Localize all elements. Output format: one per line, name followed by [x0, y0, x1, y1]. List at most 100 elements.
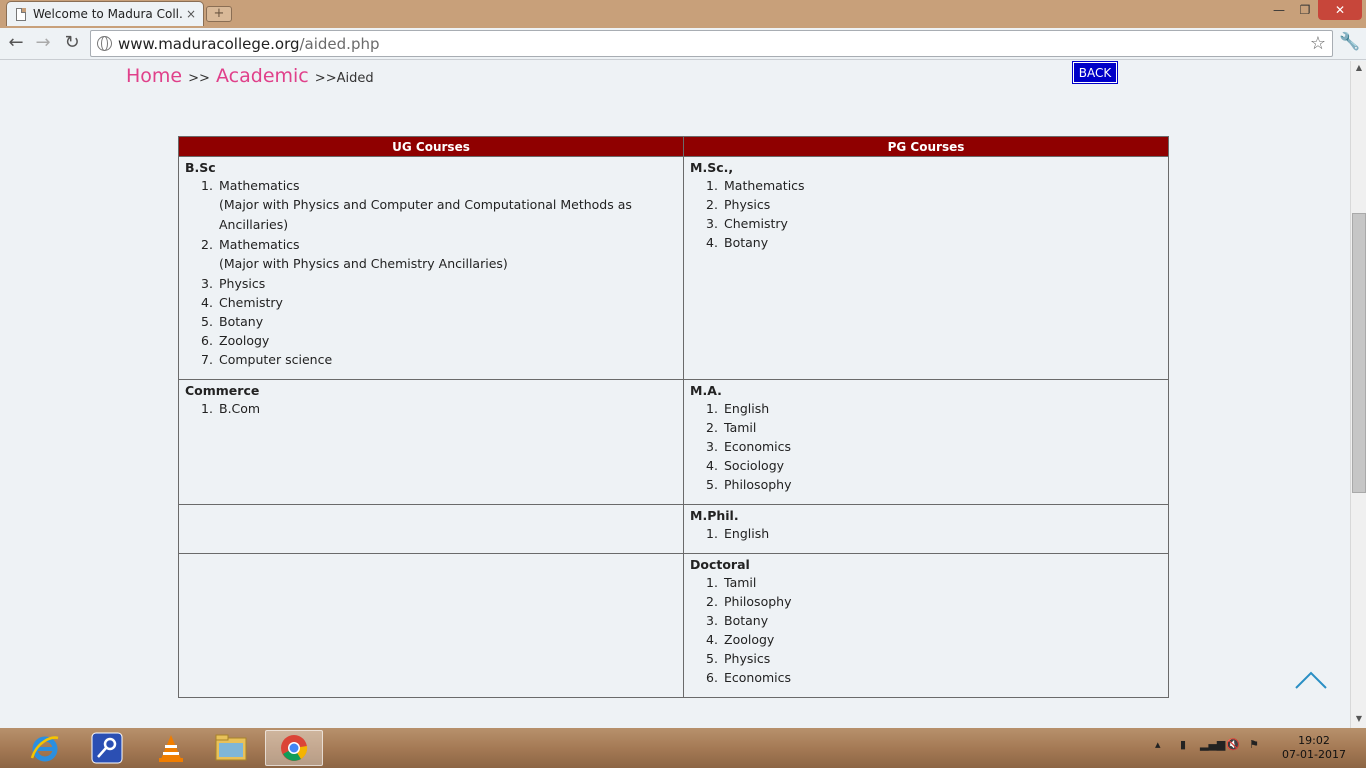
window-minimize-button[interactable]: —	[1266, 0, 1292, 20]
vertical-scrollbar[interactable]: ▲ ▼	[1350, 61, 1366, 728]
list-item: 2. Mathematics (Major with Physics and Che…	[201, 235, 677, 274]
list-item: 3. Chemistry	[706, 214, 1162, 233]
address-bar[interactable]: www.maduracollege.org/aided.php ☆	[90, 30, 1333, 57]
list-number: 1.	[706, 178, 718, 193]
volume-muted-icon[interactable]: 🔇	[1226, 738, 1240, 751]
list-number: 4.	[706, 458, 718, 473]
list-number: 1.	[201, 178, 213, 193]
course-list: 1. B.Com	[185, 399, 677, 418]
list-number: 3.	[201, 276, 213, 291]
breadcrumb-academic-link[interactable]: Academic	[216, 65, 309, 87]
browser-titlebar: Welcome to Madura Coll... × + — ❐ ✕	[0, 0, 1366, 28]
tab-close-icon[interactable]: ×	[183, 7, 199, 21]
list-item: 3. Physics	[201, 274, 677, 293]
scroll-down-arrow-icon[interactable]: ▼	[1351, 714, 1366, 726]
globe-icon	[97, 36, 112, 51]
list-item: 4. Chemistry	[201, 293, 677, 312]
course-name: Sociology	[724, 458, 785, 473]
course-name: Botany	[724, 235, 769, 250]
list-number: 2.	[706, 420, 718, 435]
course-name: Zoology	[724, 632, 775, 647]
table-header-row: UG Courses PG Courses	[178, 136, 1169, 157]
list-number: 3.	[706, 613, 718, 628]
list-item: 1. English	[706, 524, 1162, 543]
tab-title: Welcome to Madura Coll...	[33, 7, 183, 21]
list-item: 5. Botany	[201, 312, 677, 331]
course-name: Zoology	[219, 333, 270, 348]
list-item: 4. Botany	[706, 233, 1162, 252]
course-note: (Major with Physics and Computer and Com…	[219, 197, 632, 232]
scroll-up-arrow-icon[interactable]: ▲	[1351, 63, 1366, 75]
action-center-flag-icon[interactable]: ⚑	[1249, 738, 1259, 751]
table-row: Doctoral 1. Tamil 2. Philosophy 3. Botany 4…	[178, 553, 1169, 698]
course-name: Physics	[724, 197, 771, 212]
list-number: 3.	[706, 439, 718, 454]
new-tab-button[interactable]: +	[206, 6, 232, 22]
scroll-to-top-icon[interactable]	[1294, 669, 1328, 691]
scrollbar-thumb[interactable]	[1352, 213, 1366, 493]
course-group-title: M.Sc.,	[690, 160, 734, 175]
course-note: (Major with Physics and Chemistry Ancill…	[219, 256, 508, 271]
show-hidden-icons-icon[interactable]: ▴	[1155, 738, 1161, 751]
taskbar: ▴ ▮ ▂▄▆ 🔇 ⚑ 19:02 07-01-2017	[0, 728, 1366, 768]
course-name: Physics	[724, 651, 771, 666]
breadcrumb-separator: >>	[314, 71, 337, 86]
back-arrow-icon[interactable]: ←	[4, 31, 28, 55]
reload-icon[interactable]: ↻	[60, 31, 84, 55]
keepass-icon[interactable]	[78, 730, 136, 766]
forward-arrow-icon[interactable]: →	[31, 31, 55, 55]
window-maximize-button[interactable]: ❐	[1292, 0, 1318, 20]
chrome-icon[interactable]	[265, 730, 323, 766]
course-name: Botany	[724, 613, 769, 628]
course-list: 1. Mathematics 2. Physics 3. Chemistry 4. Bo…	[690, 176, 1162, 252]
ug-cell: Commerce 1. B.Com	[178, 379, 684, 505]
page-icon	[16, 7, 26, 21]
battery-icon[interactable]: ▮	[1180, 738, 1186, 751]
list-number: 1.	[706, 575, 718, 590]
list-number: 6.	[706, 670, 718, 685]
course-name: Mathematics	[219, 237, 300, 252]
course-name: Tamil	[724, 420, 757, 435]
ug-cell-empty	[178, 553, 684, 698]
course-name: B.Com	[219, 401, 261, 416]
list-number: 4.	[706, 632, 718, 647]
vlc-icon[interactable]	[142, 730, 200, 766]
url-domain: www.maduracollege.org	[118, 34, 300, 53]
list-number: 1.	[706, 526, 718, 541]
list-item: 6. Zoology	[201, 331, 677, 350]
network-signal-icon[interactable]: ▂▄▆	[1200, 738, 1225, 751]
course-name: Chemistry	[724, 216, 788, 231]
course-group-title: M.Phil.	[690, 508, 739, 523]
clock-time: 19:02	[1298, 734, 1330, 747]
list-item: 3. Economics	[706, 437, 1162, 456]
list-item: 4. Zoology	[706, 630, 1162, 649]
course-list: 1. English 2. Tamil 3. Economics 4. Sociolog…	[690, 399, 1162, 494]
course-name: Physics	[219, 276, 266, 291]
course-name: Philosophy	[724, 477, 792, 492]
breadcrumb-home-link[interactable]: Home	[126, 65, 182, 87]
course-group-title: M.A.	[690, 383, 722, 398]
ug-courses-header: UG Courses	[178, 136, 684, 157]
pg-cell: Doctoral 1. Tamil 2. Philosophy 3. Botany 4…	[683, 553, 1169, 698]
browser-tab[interactable]: Welcome to Madura Coll... ×	[6, 1, 204, 26]
browser-toolbar: ← → ↻ www.maduracollege.org/aided.php ☆ …	[0, 28, 1366, 60]
list-item: 2. Philosophy	[706, 592, 1162, 611]
back-button[interactable]: BACK	[1072, 61, 1118, 84]
internet-explorer-icon[interactable]	[16, 730, 74, 766]
file-explorer-icon[interactable]	[202, 730, 260, 766]
course-name: Mathematics	[219, 178, 300, 193]
list-item: 1. Mathematics	[706, 176, 1162, 195]
pg-cell: M.Phil. 1. English	[683, 504, 1169, 554]
course-name: Economics	[724, 670, 792, 685]
window-close-button[interactable]: ✕	[1318, 0, 1362, 20]
course-list: 1. English	[690, 524, 1162, 543]
table-row: Commerce 1. B.Com M.A. 1. English 2. Tamil …	[178, 379, 1169, 505]
wrench-menu-icon[interactable]: 🔧	[1339, 32, 1361, 54]
list-number: 3.	[706, 216, 718, 231]
course-group-title: Doctoral	[690, 557, 750, 572]
list-item: 5. Philosophy	[706, 475, 1162, 494]
bookmark-star-icon[interactable]: ☆	[1310, 33, 1326, 54]
course-list: 1. Mathematics (Major with Physics and Com…	[185, 176, 677, 369]
system-clock[interactable]: 19:02 07-01-2017	[1282, 734, 1346, 762]
pg-cell: M.A. 1. English 2. Tamil 3. Economics 4. Soc…	[683, 379, 1169, 505]
